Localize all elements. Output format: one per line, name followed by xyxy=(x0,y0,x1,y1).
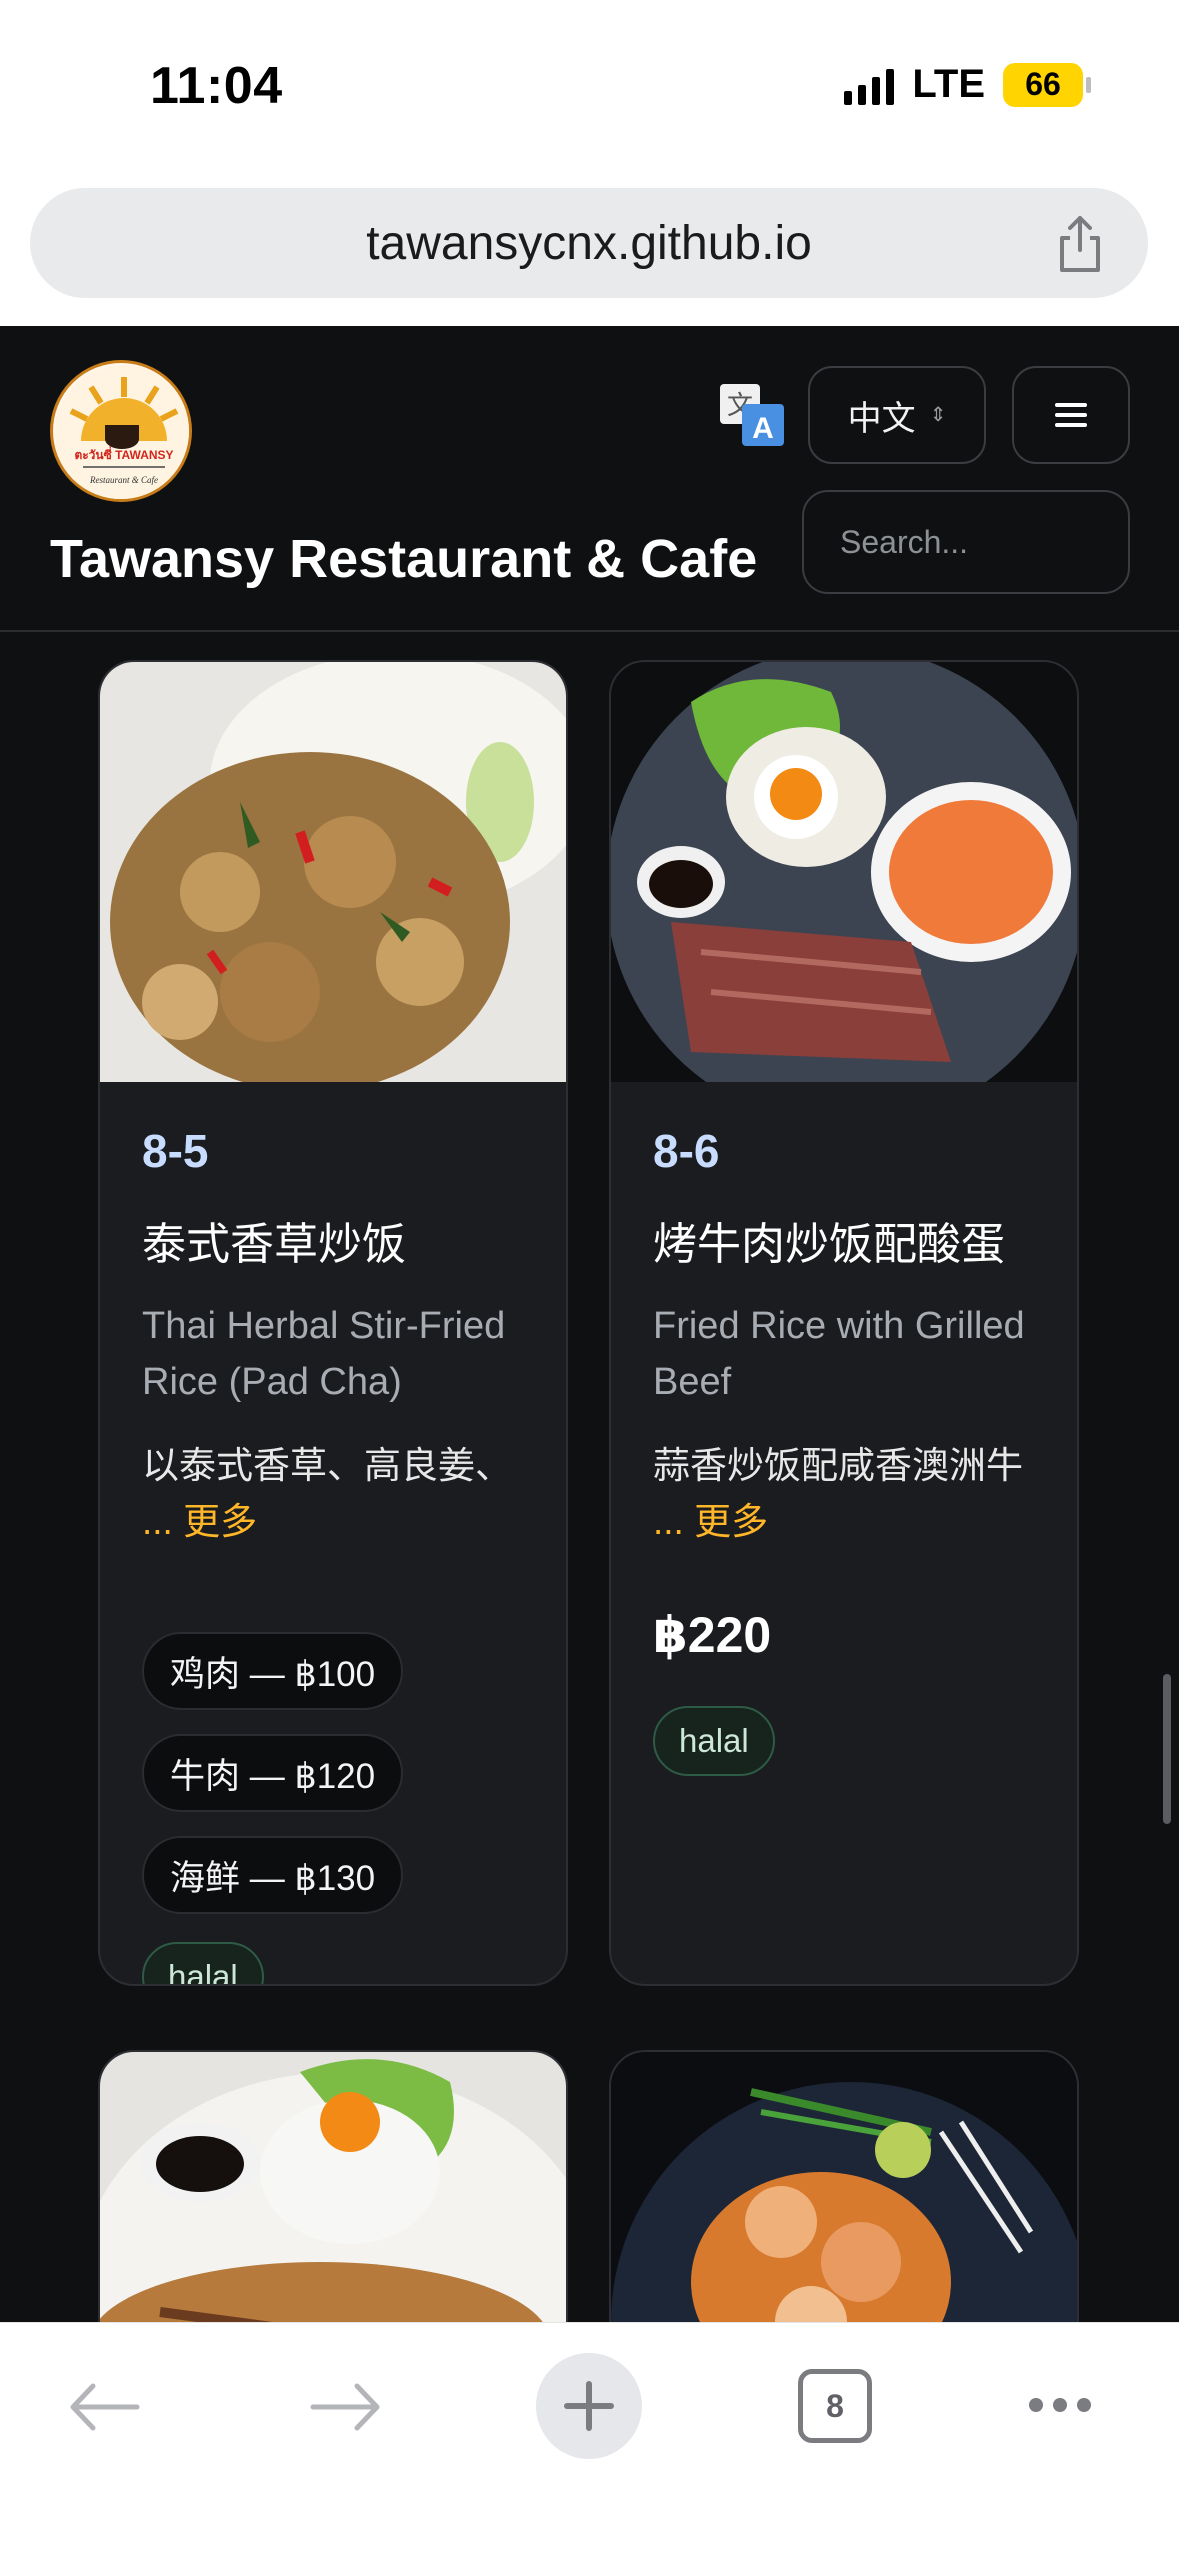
url-text[interactable]: tawansycnx.github.io xyxy=(366,216,812,271)
dish-photo xyxy=(611,2052,1077,2322)
menu-card[interactable] xyxy=(98,2050,568,2322)
network-type: LTE xyxy=(912,62,985,106)
forward-button[interactable] xyxy=(296,2347,396,2467)
ellipsis-icon xyxy=(1024,2397,1096,2417)
item-code: 8-5 xyxy=(142,1125,209,1177)
item-english-name: Thai Herbal Stir-Fried Rice (Pad Cha) xyxy=(142,1305,506,1403)
dish-photo xyxy=(100,2052,566,2322)
back-button[interactable] xyxy=(54,2347,154,2467)
hamburger-menu-button[interactable] xyxy=(1012,366,1130,464)
cellular-signal-icon xyxy=(844,65,895,105)
menu-card[interactable]: 8-5 泰式香草炒饭 Thai Herbal Stir-Fried Rice (… xyxy=(98,660,568,1986)
new-tab-button[interactable] xyxy=(536,2353,642,2459)
sun-logo-icon: ตะวันซี่ TAWANSY Restaurant & Cafe xyxy=(55,365,189,499)
item-code: 8-6 xyxy=(653,1125,720,1177)
item-description: 以泰式香草、高良姜、 ... 更多 xyxy=(142,1438,542,1550)
menu-grid: 8-5 泰式香草炒饭 Thai Herbal Stir-Fried Rice (… xyxy=(0,634,1179,2322)
tab-count: 8 xyxy=(826,2387,844,2424)
logo-text: ตะวันซี่ TAWANSY xyxy=(74,446,173,462)
svg-text:A: A xyxy=(752,412,774,445)
hamburger-icon xyxy=(1055,403,1087,427)
menu-card[interactable] xyxy=(609,2050,1079,2322)
menu-card[interactable]: 8-6 烤牛肉炒饭配酸蛋 Fried Rice with Grilled Bee… xyxy=(609,660,1079,1986)
dish-photo xyxy=(611,662,1077,1082)
item-price: ฿220 xyxy=(653,1607,772,1663)
description-text: 以泰式香草、高良姜、 xyxy=(142,1445,512,1486)
item-name: 泰式香草炒饭 xyxy=(142,1220,406,1269)
share-icon[interactable] xyxy=(1052,214,1108,274)
search-input[interactable] xyxy=(802,490,1130,594)
more-link[interactable]: ... 更多 xyxy=(653,1501,768,1542)
translate-icon[interactable]: 文 A xyxy=(718,382,786,448)
status-indicators: LTE 66 xyxy=(844,62,1091,107)
status-time: 11:04 xyxy=(150,57,283,115)
site-title: Tawansy Restaurant & Cafe xyxy=(50,529,758,589)
item-english-name: Fried Rice with Grilled Beef xyxy=(653,1305,1025,1403)
dish-photo xyxy=(100,662,566,1082)
language-select[interactable]: 中文 ⇕ xyxy=(808,366,986,464)
tabs-button[interactable]: 8 xyxy=(798,2369,872,2443)
browser-top-chrome: 11:04 LTE 66 tawansycnx.github.io xyxy=(0,0,1179,326)
browser-bottom-toolbar: 8 xyxy=(0,2322,1179,2556)
language-value: 中文 xyxy=(847,399,916,438)
price-option-chicken[interactable]: 鸡肉 — ฿100 xyxy=(142,1632,404,1710)
price-option-beef[interactable]: 牛肉 — ฿120 xyxy=(142,1734,404,1812)
more-link[interactable]: ... 更多 xyxy=(142,1501,257,1542)
restaurant-logo[interactable]: ตะวันซี่ TAWANSY Restaurant & Cafe xyxy=(50,360,192,502)
plus-icon xyxy=(564,2381,614,2431)
description-text: 蒜香炒饭配咸香澳洲牛 xyxy=(653,1445,1023,1486)
site-header: ตะวันซี่ TAWANSY Restaurant & Cafe Tawan… xyxy=(0,326,1179,632)
battery-icon: 66 xyxy=(1003,62,1091,107)
arrow-right-icon xyxy=(310,2383,380,2431)
page-scrollbar[interactable] xyxy=(1163,1674,1171,1824)
item-name: 烤牛肉炒饭配酸蛋 xyxy=(653,1220,1005,1269)
more-options-button[interactable] xyxy=(1020,2347,1100,2467)
address-bar[interactable]: tawansycnx.github.io xyxy=(30,188,1148,298)
halal-badge: halal xyxy=(653,1706,775,1776)
halal-badge: halal xyxy=(142,1942,264,1984)
item-description: 蒜香炒饭配咸香澳洲牛 ... 更多 xyxy=(653,1438,1053,1550)
arrow-left-icon xyxy=(70,2383,140,2431)
logo-subtext: Restaurant & Cafe xyxy=(89,475,158,485)
price-option-seafood[interactable]: 海鲜 — ฿130 xyxy=(142,1836,404,1914)
screen: 11:04 LTE 66 tawansycnx.github.io ตะวันซ… xyxy=(0,0,1179,2556)
battery-level: 66 xyxy=(1025,66,1061,102)
select-chevron-icon: ⇕ xyxy=(929,404,947,426)
